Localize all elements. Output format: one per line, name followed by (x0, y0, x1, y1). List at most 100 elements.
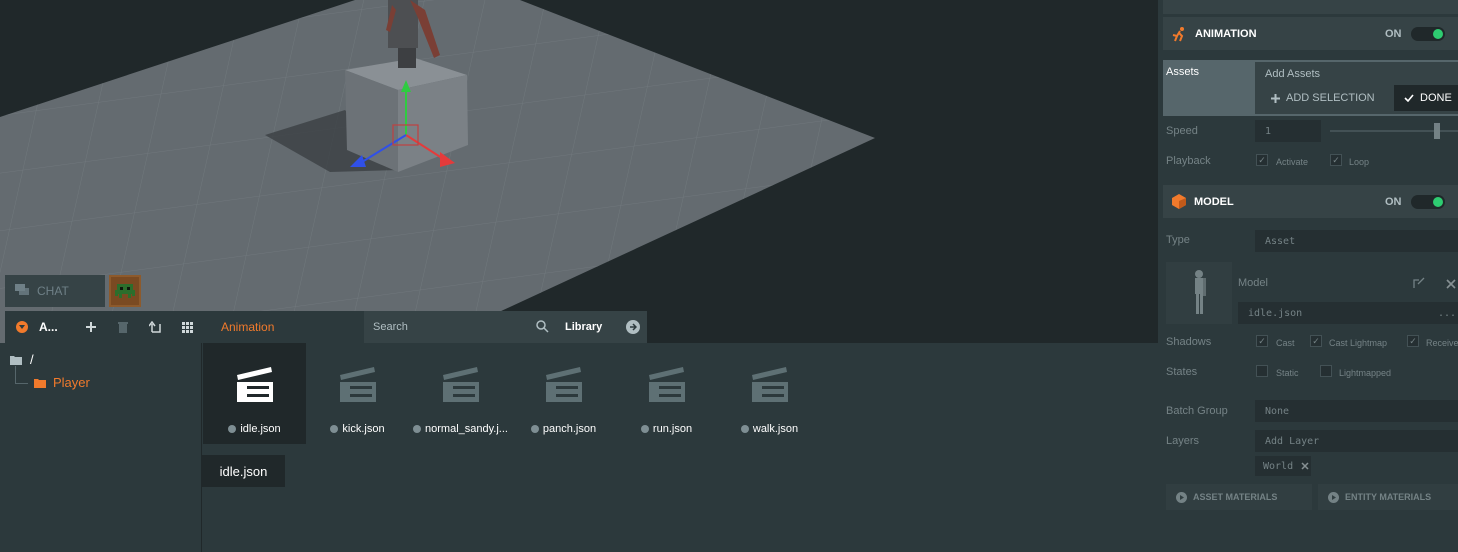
component-state: ON (1385, 27, 1402, 40)
model-asset-more[interactable]: ... (1438, 308, 1456, 319)
done-label: DONE (1420, 92, 1452, 104)
scene-viewport[interactable] (0, 0, 1158, 343)
model-asset-field[interactable]: idle.json ... (1238, 302, 1458, 324)
add-assets-input[interactable]: Add Assets (1265, 68, 1320, 80)
model-asset-name: idle.json (1248, 307, 1303, 319)
move-up-icon[interactable] (139, 311, 171, 343)
model-section-header[interactable]: MODEL ON (1163, 185, 1458, 218)
add-layer-input[interactable]: Add Layer (1255, 430, 1458, 452)
animation-enabled-toggle[interactable] (1411, 26, 1445, 41)
activate-label: Activate (1276, 157, 1309, 167)
type-select[interactable]: Asset (1255, 230, 1458, 252)
asset-tile[interactable]: run.json (615, 343, 718, 444)
filter-animation-tab[interactable]: Animation (211, 311, 364, 343)
animation-clapper-icon (339, 367, 376, 402)
search-icon[interactable] (536, 320, 549, 338)
assets-filter-bar: Animation Search Library (211, 311, 647, 343)
asset-grid: idle.json kick.json normal_sandy.j... pa… (202, 343, 1158, 552)
asset-tile[interactable]: kick.json (306, 343, 409, 444)
asset-tooltip: idle.json (202, 455, 285, 487)
check-icon (1404, 94, 1414, 102)
assets-label: Assets (1166, 66, 1200, 78)
loop-checkbox[interactable]: ✓ (1330, 154, 1342, 166)
add-icon[interactable] (75, 311, 107, 343)
entity-materials-label: ENTITY MATERIALS (1345, 492, 1432, 502)
tree-folder-player[interactable]: Player (34, 375, 90, 390)
grid-view-icon[interactable] (171, 311, 203, 343)
user-avatar[interactable] (109, 275, 141, 307)
remove-tag-icon[interactable] (1301, 462, 1309, 470)
asset-tile[interactable]: panch.json (512, 343, 615, 444)
folder-icon (10, 355, 22, 365)
assets-toolbar: A... (5, 311, 211, 343)
collapse-panel-icon[interactable] (15, 311, 29, 343)
states-label: States (1166, 366, 1198, 378)
play-circle-icon (1176, 491, 1187, 503)
tree-root-label: / (30, 352, 34, 367)
batch-group-select[interactable]: None (1255, 400, 1458, 422)
play-circle-icon (1328, 491, 1339, 503)
tree-folder-label: Player (53, 375, 90, 390)
playback-label: Playback (1166, 155, 1211, 167)
asset-tile[interactable]: walk.json (718, 343, 821, 444)
cast-checkbox[interactable]: ✓ (1256, 335, 1268, 347)
chat-icon (15, 283, 29, 299)
section-title: ANIMATION (1195, 27, 1257, 40)
asset-name: walk.json (752, 423, 799, 435)
activate-checkbox[interactable]: ✓ (1256, 154, 1268, 166)
speed-slider-handle[interactable] (1433, 123, 1440, 139)
animation-section-header[interactable]: ANIMATION ON (1163, 17, 1458, 50)
cast-lightmap-checkbox[interactable]: ✓ (1310, 335, 1322, 347)
asset-materials-label: ASSET MATERIALS (1193, 492, 1278, 502)
add-selection-label: ADD SELECTION (1286, 92, 1375, 104)
asset-tile[interactable]: idle.json (203, 343, 306, 444)
asset-name: run.json (652, 423, 693, 435)
receive-label: Receive (1426, 338, 1458, 348)
edit-icon[interactable] (1413, 277, 1425, 289)
assets-panel-title: A... (39, 320, 58, 334)
close-icon[interactable] (1446, 279, 1456, 289)
layer-tag-label: World (1263, 460, 1294, 472)
shadows-label: Shadows (1166, 336, 1212, 348)
cast-label: Cast (1276, 338, 1295, 348)
folder-tree: / Player (0, 343, 202, 552)
tree-root-folder[interactable]: / (10, 352, 34, 367)
animation-clapper-icon (648, 367, 685, 402)
asset-name: normal_sandy.j... (425, 423, 508, 435)
asset-search-input[interactable]: Search (373, 311, 408, 343)
model-enabled-toggle[interactable] (1411, 194, 1445, 209)
asset-name: panch.json (542, 423, 597, 435)
editor-root: CHAT A... Animation Search Library / Pla… (0, 0, 1458, 552)
plus-icon (1271, 93, 1280, 103)
model-label: Model (1238, 277, 1268, 289)
animation-clapper-icon (442, 367, 479, 402)
chat-tab[interactable]: CHAT (5, 275, 105, 307)
model-thumbnail (1166, 262, 1232, 324)
receive-checkbox[interactable]: ✓ (1407, 335, 1419, 347)
animation-clapper-icon (751, 367, 788, 402)
batch-group-label: Batch Group (1166, 405, 1228, 417)
add-selection-button[interactable]: ADD SELECTION (1261, 85, 1389, 111)
entity-inspector: ANIMATION ON Assets Add Assets ADD SELEC… (1158, 0, 1458, 552)
running-man-icon (1172, 26, 1184, 41)
delete-icon[interactable] (107, 311, 139, 343)
library-link[interactable]: Library (565, 311, 602, 343)
layer-tag: World (1255, 456, 1311, 476)
lightmapped-checkbox[interactable] (1320, 365, 1332, 377)
section-title: MODEL (1194, 195, 1234, 208)
folder-icon (34, 378, 46, 388)
static-checkbox[interactable] (1256, 365, 1268, 377)
cube-icon (1172, 194, 1186, 209)
arrow-right-circle-icon[interactable] (626, 320, 640, 334)
speed-input[interactable]: 1 (1255, 120, 1321, 142)
component-state: ON (1385, 195, 1402, 208)
asset-name: idle.json (240, 423, 281, 435)
asset-tile[interactable]: normal_sandy.j... (409, 343, 512, 444)
loop-label: Loop (1349, 157, 1370, 167)
asset-materials-button[interactable]: ASSET MATERIALS (1166, 484, 1312, 510)
character-thumbnail-icon (1195, 270, 1206, 314)
done-button[interactable]: DONE (1394, 85, 1458, 111)
chat-label: CHAT (37, 284, 69, 298)
animation-clapper-icon (545, 367, 582, 402)
entity-materials-button[interactable]: ENTITY MATERIALS (1318, 484, 1458, 510)
